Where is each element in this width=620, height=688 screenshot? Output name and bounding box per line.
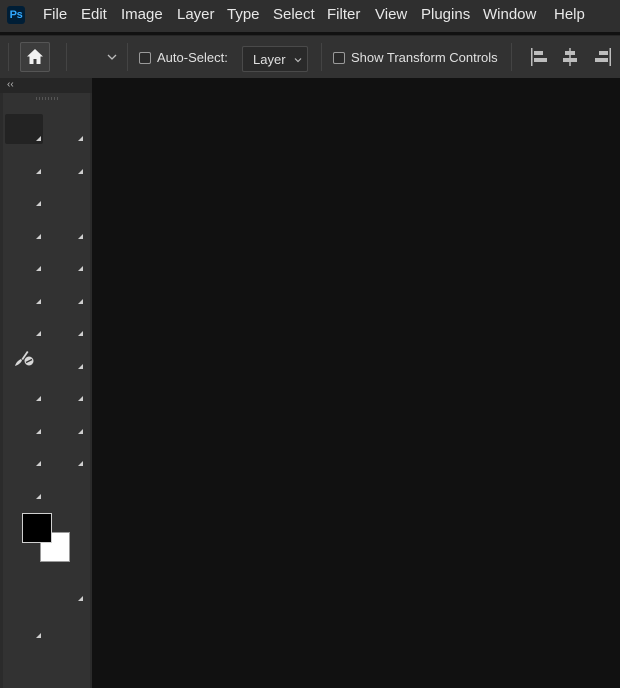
panel-grip[interactable] xyxy=(36,97,58,100)
align-right-edges-icon[interactable] xyxy=(594,47,612,67)
auto-select-label: Auto-Select: xyxy=(157,50,228,65)
menu-file[interactable]: File xyxy=(43,0,67,32)
auto-select-checkbox[interactable] xyxy=(139,52,151,64)
tool-slot[interactable] xyxy=(78,266,83,271)
show-transform-checkbox[interactable] xyxy=(333,52,345,64)
menu-layer[interactable]: Layer xyxy=(177,0,215,32)
collapse-panel-button[interactable]: ‹‹ xyxy=(7,79,14,91)
menu-bar: Ps File Edit Image Layer Type Select Fil… xyxy=(0,0,620,32)
app-logo: Ps xyxy=(7,6,25,24)
menu-view[interactable]: View xyxy=(375,0,407,32)
options-bar: Auto-Select: Layer Show Transform Contro… xyxy=(0,35,620,79)
tool-slot[interactable] xyxy=(78,331,83,336)
tool-slot[interactable] xyxy=(78,396,83,401)
menu-select[interactable]: Select xyxy=(273,0,315,32)
document-canvas-area[interactable] xyxy=(92,78,620,688)
menu-help[interactable]: Help xyxy=(554,0,585,32)
brush-tool-icon[interactable] xyxy=(12,348,36,368)
divider xyxy=(66,43,67,71)
menu-window[interactable]: Window xyxy=(483,0,536,32)
tool-slot[interactable] xyxy=(36,136,41,141)
home-icon xyxy=(27,49,43,64)
tool-slot[interactable] xyxy=(78,169,83,174)
tools-column xyxy=(3,93,90,688)
tool-slot[interactable] xyxy=(36,396,41,401)
tool-slot[interactable] xyxy=(36,234,41,239)
tool-slot[interactable] xyxy=(78,234,83,239)
divider xyxy=(127,43,128,71)
menu-type[interactable]: Type xyxy=(227,0,260,32)
tool-slot[interactable] xyxy=(36,266,41,271)
photoshop-window: Ps File Edit Image Layer Type Select Fil… xyxy=(0,0,620,688)
menu-filter[interactable]: Filter xyxy=(327,0,360,32)
divider xyxy=(321,43,322,71)
tool-slot[interactable] xyxy=(78,136,83,141)
tool-slot[interactable] xyxy=(36,633,41,638)
layer-select-dropdown[interactable]: Layer xyxy=(242,46,308,72)
tools-panel-header: ‹‹ xyxy=(0,78,92,93)
tool-slot[interactable] xyxy=(36,169,41,174)
tool-slot[interactable] xyxy=(36,429,41,434)
menu-plugins[interactable]: Plugins xyxy=(421,0,470,32)
tool-slot[interactable] xyxy=(78,429,83,434)
home-button[interactable] xyxy=(20,42,50,72)
divider xyxy=(8,43,9,71)
tool-slot[interactable] xyxy=(36,461,41,466)
align-horizontal-centers-icon[interactable] xyxy=(561,47,579,67)
tool-slot[interactable] xyxy=(36,201,41,206)
tool-slot[interactable] xyxy=(78,596,83,601)
chevron-down-icon[interactable] xyxy=(106,51,118,63)
foreground-color-swatch[interactable] xyxy=(22,513,52,543)
tool-slot[interactable] xyxy=(78,461,83,466)
tool-slot[interactable] xyxy=(36,494,41,499)
tool-slot[interactable] xyxy=(36,331,41,336)
align-left-edges-icon[interactable] xyxy=(530,47,548,67)
divider xyxy=(511,43,512,71)
tool-slot[interactable] xyxy=(78,299,83,304)
tool-slot[interactable] xyxy=(78,364,83,369)
layer-select-value: Layer xyxy=(253,52,286,67)
tool-slot[interactable] xyxy=(36,299,41,304)
menu-image[interactable]: Image xyxy=(121,0,163,32)
show-transform-label: Show Transform Controls xyxy=(351,50,498,65)
chevron-down-icon xyxy=(294,58,302,63)
menu-edit[interactable]: Edit xyxy=(81,0,107,32)
